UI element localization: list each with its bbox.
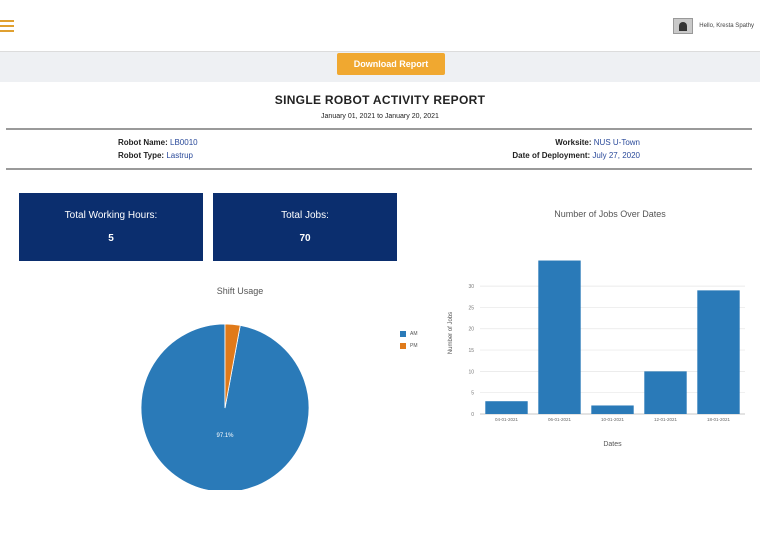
bar[interactable] (591, 405, 634, 414)
y-tick-label: 25 (468, 305, 474, 311)
report-title: SINGLE ROBOT ACTIVITY REPORT (274, 93, 486, 107)
bar-chart: 0 5 10 15 20 25 30 04-01-2021 06-01-2021 10-01-20… (448, 260, 745, 448)
bar-chart-title: Number of Jobs Over Dates (554, 209, 666, 219)
legend-label-am: AM (410, 331, 418, 337)
legend-label-pm: PM (410, 343, 418, 349)
y-tick-label: 15 (468, 348, 474, 354)
robot-info: Robot Name: LB0010 Robot Type: Lastrup (118, 136, 198, 162)
y-tick-label: 0 (471, 412, 474, 418)
kpi-jobs-value: 70 (299, 233, 311, 244)
bar[interactable] (485, 401, 528, 414)
y-tick-label: 10 (468, 369, 474, 375)
bar[interactable] (644, 371, 687, 414)
x-tick-label: 06-01-2021 (548, 417, 572, 422)
y-tick-label: 5 (471, 391, 474, 397)
robot-type-label: Robot Type: (118, 151, 165, 160)
user-menu[interactable]: Hello, Kresta Spathy (673, 18, 754, 34)
pie-chart: 97.1% (140, 323, 310, 490)
x-axis-label: Dates (603, 441, 622, 448)
bar[interactable] (538, 260, 581, 414)
hamburger-icon[interactable] (0, 20, 14, 32)
avatar[interactable] (673, 18, 694, 34)
legend-item-pm[interactable]: PM (400, 343, 418, 349)
kpi-total-jobs: Total Jobs: 70 (213, 193, 397, 261)
bar[interactable] (697, 290, 740, 414)
deployment-value: July 27, 2020 (592, 151, 640, 160)
kpi-jobs-label: Total Jobs: (281, 210, 329, 221)
user-name[interactable]: Hello, Kresta Spathy (699, 23, 754, 29)
worksite-value: NUS U-Town (593, 138, 640, 147)
legend-swatch-pm (400, 343, 406, 349)
robot-name-label: Robot Name: (118, 138, 168, 147)
report-panel: SINGLE ROBOT ACTIVITY REPORT January 01,… (0, 82, 760, 540)
x-tick-label: 12-01-2021 (654, 417, 678, 422)
deployment-label: Date of Deployment: (512, 151, 591, 160)
site-info: Worksite: NUS U-Town Date of Deployment:… (484, 136, 640, 162)
legend-swatch-am (400, 331, 406, 337)
top-navbar: Hello, Kresta Spathy (0, 0, 760, 52)
y-tick-label: 30 (468, 284, 474, 290)
x-tick-label: 04-01-2021 (495, 417, 519, 422)
worksite-label: Worksite: (555, 138, 592, 147)
y-tick-label: 20 (468, 327, 474, 333)
divider (6, 168, 752, 170)
kpi-hours-value: 5 (108, 233, 114, 244)
pie-chart-title: Shift Usage (216, 286, 264, 296)
robot-name-value: LB0010 (170, 138, 198, 147)
download-report-button[interactable]: Download Report (337, 53, 445, 75)
y-axis-label: Number of Jobs (448, 312, 454, 354)
x-tick-label: 18-01-2021 (707, 417, 731, 422)
legend-item-am[interactable]: AM (400, 331, 418, 337)
pie-slice-label: 97.1% (216, 433, 234, 439)
report-date-range: January 01, 2021 to January 20, 2021 (321, 113, 439, 120)
kpi-working-hours: Total Working Hours: 5 (19, 193, 203, 261)
divider (6, 128, 752, 130)
robot-type-value: Lastrup (166, 151, 193, 160)
kpi-hours-label: Total Working Hours: (64, 210, 158, 221)
x-tick-label: 10-01-2021 (601, 417, 625, 422)
